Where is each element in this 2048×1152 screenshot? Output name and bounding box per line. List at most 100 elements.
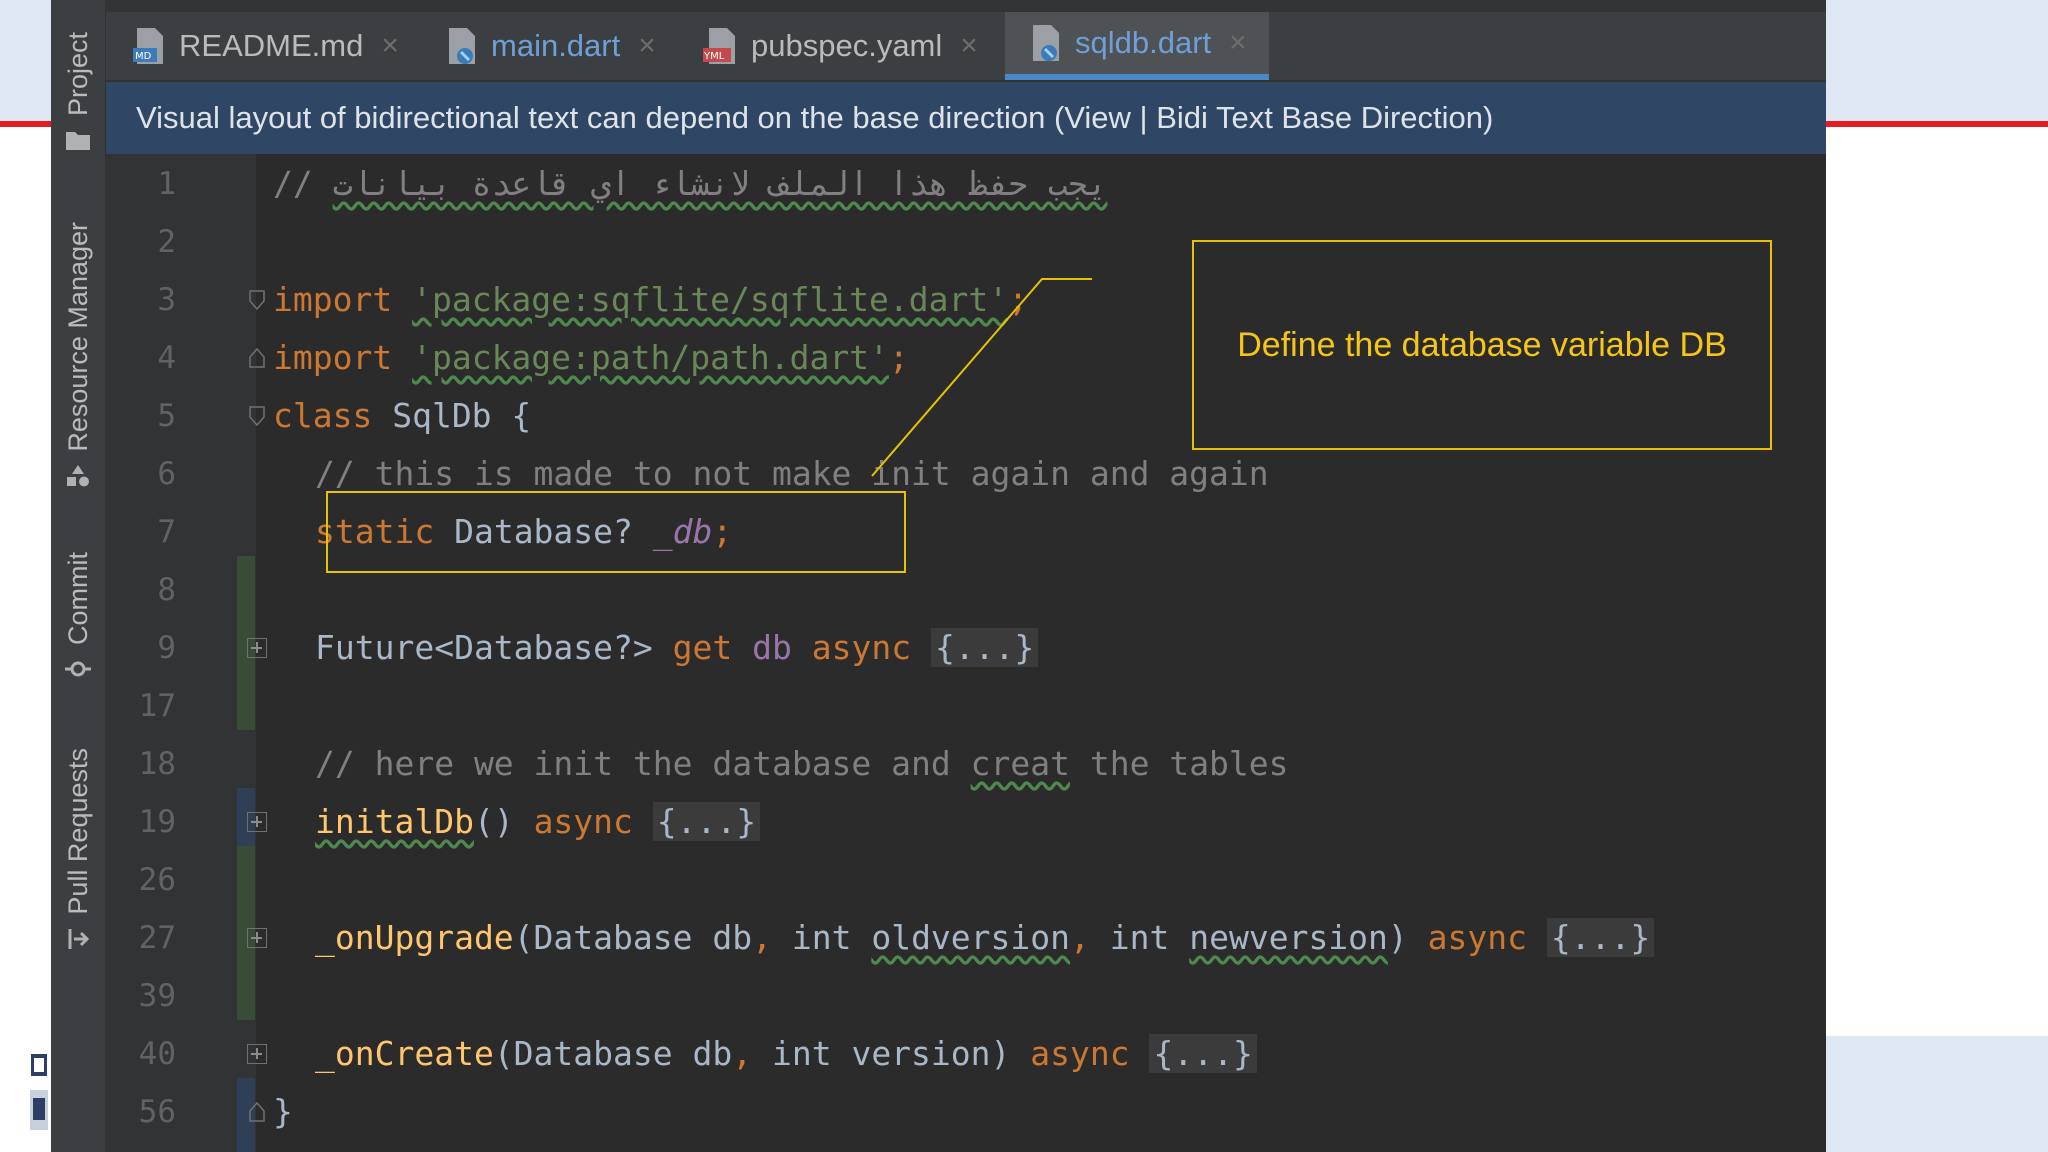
line-number: 27 — [138, 920, 176, 956]
line-number: 2 — [157, 224, 176, 260]
closing-brace: } — [273, 1092, 293, 1131]
line-content: class SqlDb { — [273, 387, 531, 445]
folded-code-block[interactable]: {...} — [1149, 1034, 1257, 1073]
expand-fold-icon[interactable] — [247, 812, 267, 832]
code-line: 19 initalDb() async {...} — [51, 793, 1826, 851]
parameter: (Database db — [513, 918, 753, 957]
getter-name: db — [732, 628, 812, 667]
slide-accent-line-right — [1826, 121, 2048, 127]
import-string: 'package:path/path.dart' — [412, 338, 889, 377]
code-line: 6 // this is made to not make init again… — [51, 445, 1826, 503]
tab-label: sqldb.dart — [1075, 25, 1212, 60]
import-string: 'package:sqflite/sqflite.dart' — [412, 280, 1009, 319]
markdown-file-icon: MD — [133, 28, 163, 64]
close-icon[interactable]: × — [381, 29, 399, 63]
parameter-oldversion: oldversion — [871, 918, 1071, 957]
fold-close-icon[interactable] — [248, 347, 266, 369]
comment-prefix: // — [273, 164, 333, 203]
line-number: 3 — [157, 282, 176, 318]
keyword-import: import — [273, 280, 393, 319]
svg-text:YML: YML — [703, 51, 725, 62]
line-number: 7 — [157, 514, 176, 550]
class-name: SqlDb { — [372, 396, 532, 435]
close-icon[interactable]: × — [960, 29, 978, 63]
sidebar-item-project[interactable]: Project — [51, 32, 105, 152]
line-number: 26 — [138, 862, 176, 898]
expand-fold-icon[interactable] — [247, 638, 267, 658]
dart-file-icon — [449, 28, 475, 64]
tab-sqldb-dart[interactable]: sqldb.dart × — [1005, 12, 1269, 80]
comma: , — [1070, 918, 1090, 957]
line-content: _onUpgrade(Database db, int oldversion, … — [315, 909, 1655, 967]
line-number: 5 — [157, 398, 176, 434]
code-line: 27 _onUpgrade(Database db, int oldversio… — [51, 909, 1826, 967]
line-number: 18 — [138, 746, 176, 782]
line-number: 19 — [138, 804, 176, 840]
code-line: 26 — [51, 851, 1826, 909]
code-line: 9 Future<Database?> get db async {...} — [51, 619, 1826, 677]
parameter: int version) — [752, 1034, 1031, 1073]
keyword-async: async — [1030, 1034, 1130, 1073]
keyword-import: import — [273, 338, 393, 377]
parameter-newversion: newversion — [1189, 918, 1388, 957]
keyword-async: async — [811, 628, 912, 667]
keyword-async: async — [533, 802, 633, 841]
keyword-async: async — [1427, 918, 1528, 957]
folder-icon — [66, 132, 90, 151]
expand-fold-icon[interactable] — [247, 1044, 267, 1064]
line-content: // يجب حفظ هذا الملف لانشاء اي قاعدة بيا… — [273, 155, 1107, 213]
arabic-comment: يجب حفظ هذا الملف لانشاء اي قاعدة بيانات — [332, 164, 1108, 203]
method-name: _onCreate — [315, 1034, 494, 1073]
tab-main-dart[interactable]: main.dart × — [443, 12, 656, 80]
parentheses: ) — [1387, 918, 1428, 957]
banner-text: Visual layout of bidirectional text can … — [136, 100, 1494, 135]
fold-open-icon[interactable] — [248, 289, 266, 311]
fold-open-icon[interactable] — [248, 405, 266, 427]
tab-readme[interactable]: MD README.md × — [131, 12, 399, 80]
type-int: int — [771, 918, 872, 957]
dart-file-icon — [1033, 25, 1059, 61]
folded-code-block[interactable]: {...} — [1546, 918, 1655, 957]
code-comment: // this is made to not make init again a… — [315, 454, 1269, 493]
keyword-class: class — [273, 396, 373, 435]
code-line: 39 — [51, 967, 1826, 1025]
line-number: 4 — [157, 340, 176, 376]
line-content: // here we init the database and creat t… — [315, 735, 1289, 793]
expand-fold-icon[interactable] — [247, 928, 267, 948]
method-name: _onUpgrade — [315, 918, 514, 957]
bidi-notification-banner: Visual layout of bidirectional text can … — [106, 82, 1826, 154]
code-line: 17 — [51, 677, 1826, 735]
line-content: _onCreate(Database db, int version) asyn… — [315, 1025, 1257, 1083]
highlight-box — [326, 491, 906, 573]
parameter: (Database db — [493, 1034, 733, 1073]
window-top-strip — [106, 0, 1826, 12]
sidebar-label-project: Project — [62, 32, 93, 117]
code-comment: the tables — [1069, 744, 1289, 783]
line-content: import 'package:path/path.dart'; — [273, 329, 909, 387]
tab-pubspec-yaml[interactable]: YML pubspec.yaml × — [703, 12, 978, 80]
line-number: 6 — [157, 456, 176, 492]
code-line: 18 // here we init the database and crea… — [51, 735, 1826, 793]
line-content: import 'package:sqflite/sqflite.dart'; — [273, 271, 1028, 329]
line-number: 1 — [157, 166, 176, 202]
folded-code-block[interactable]: {...} — [930, 628, 1039, 667]
line-content: Future<Database?> get db async {...} — [315, 619, 1039, 677]
typo-word: creat — [970, 744, 1070, 783]
fold-close-icon[interactable] — [248, 1101, 266, 1123]
comma: , — [732, 1034, 753, 1073]
code-line: 40 _onCreate(Database db, int version) a… — [51, 1025, 1826, 1083]
code-comment: // here we init the database and — [315, 744, 971, 783]
return-type: Future<Database?> — [315, 628, 673, 667]
yaml-file-icon: YML — [703, 28, 735, 64]
comma: , — [752, 918, 772, 957]
parentheses: () — [473, 802, 534, 841]
tab-label: pubspec.yaml — [751, 28, 943, 63]
slide-background-bottom-right — [1826, 1036, 2048, 1152]
svg-text:MD: MD — [135, 51, 152, 62]
close-icon[interactable]: × — [638, 29, 656, 63]
tab-label: main.dart — [491, 28, 621, 63]
university-logo-icon — [30, 1054, 48, 1130]
tab-label: README.md — [179, 28, 364, 63]
close-icon[interactable]: × — [1229, 26, 1247, 60]
folded-code-block[interactable]: {...} — [652, 802, 761, 841]
